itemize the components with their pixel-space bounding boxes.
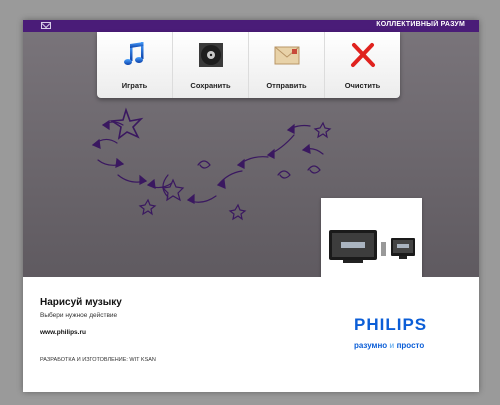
- top-bar: КОЛЛЕКТИВНЫЙ РАЗУМ: [23, 20, 479, 32]
- footer-title: Нарисуй музыку: [40, 297, 122, 308]
- mail-icon[interactable]: [41, 22, 51, 29]
- doodle-drawing: [91, 107, 332, 221]
- save-label: Сохранить: [190, 81, 231, 90]
- vinyl-disc-icon: [198, 43, 223, 67]
- play-button[interactable]: Играть: [97, 32, 173, 98]
- clear-label: Очистить: [344, 81, 381, 90]
- slogan: разумно и просто: [354, 341, 424, 350]
- save-button[interactable]: Сохранить: [173, 32, 249, 98]
- clear-button[interactable]: Очистить: [325, 32, 400, 98]
- send-button[interactable]: Отправить: [249, 32, 325, 98]
- app-window: КОЛЛЕКТИВНЫЙ РАЗУМ Играть Сохранить Отпр…: [23, 20, 479, 392]
- red-x-icon: [350, 43, 375, 67]
- footer-subtitle: Выбери нужное действие: [40, 312, 118, 319]
- music-note-icon: [123, 42, 143, 65]
- slogan-end: просто: [394, 341, 425, 350]
- action-toolbar: Играть Сохранить Отправить Очистить: [97, 32, 400, 98]
- send-label: Отправить: [266, 81, 307, 90]
- website-link[interactable]: www.philips.ru: [40, 329, 86, 336]
- play-label: Играть: [121, 81, 148, 90]
- footer-panel: Нарисуй музыку Выбери нужное действие ww…: [23, 277, 479, 392]
- envelope-icon: [274, 46, 299, 65]
- credits-text: РАЗРАБОТКА И ИЗГОТОВЛЕНИЕ: WIT KSAN: [40, 357, 156, 363]
- topbar-title: КОЛЛЕКТИВНЫЙ РАЗУМ: [376, 21, 465, 28]
- philips-logo[interactable]: PHILIPS: [354, 315, 427, 335]
- slogan-start: разумно: [354, 341, 390, 350]
